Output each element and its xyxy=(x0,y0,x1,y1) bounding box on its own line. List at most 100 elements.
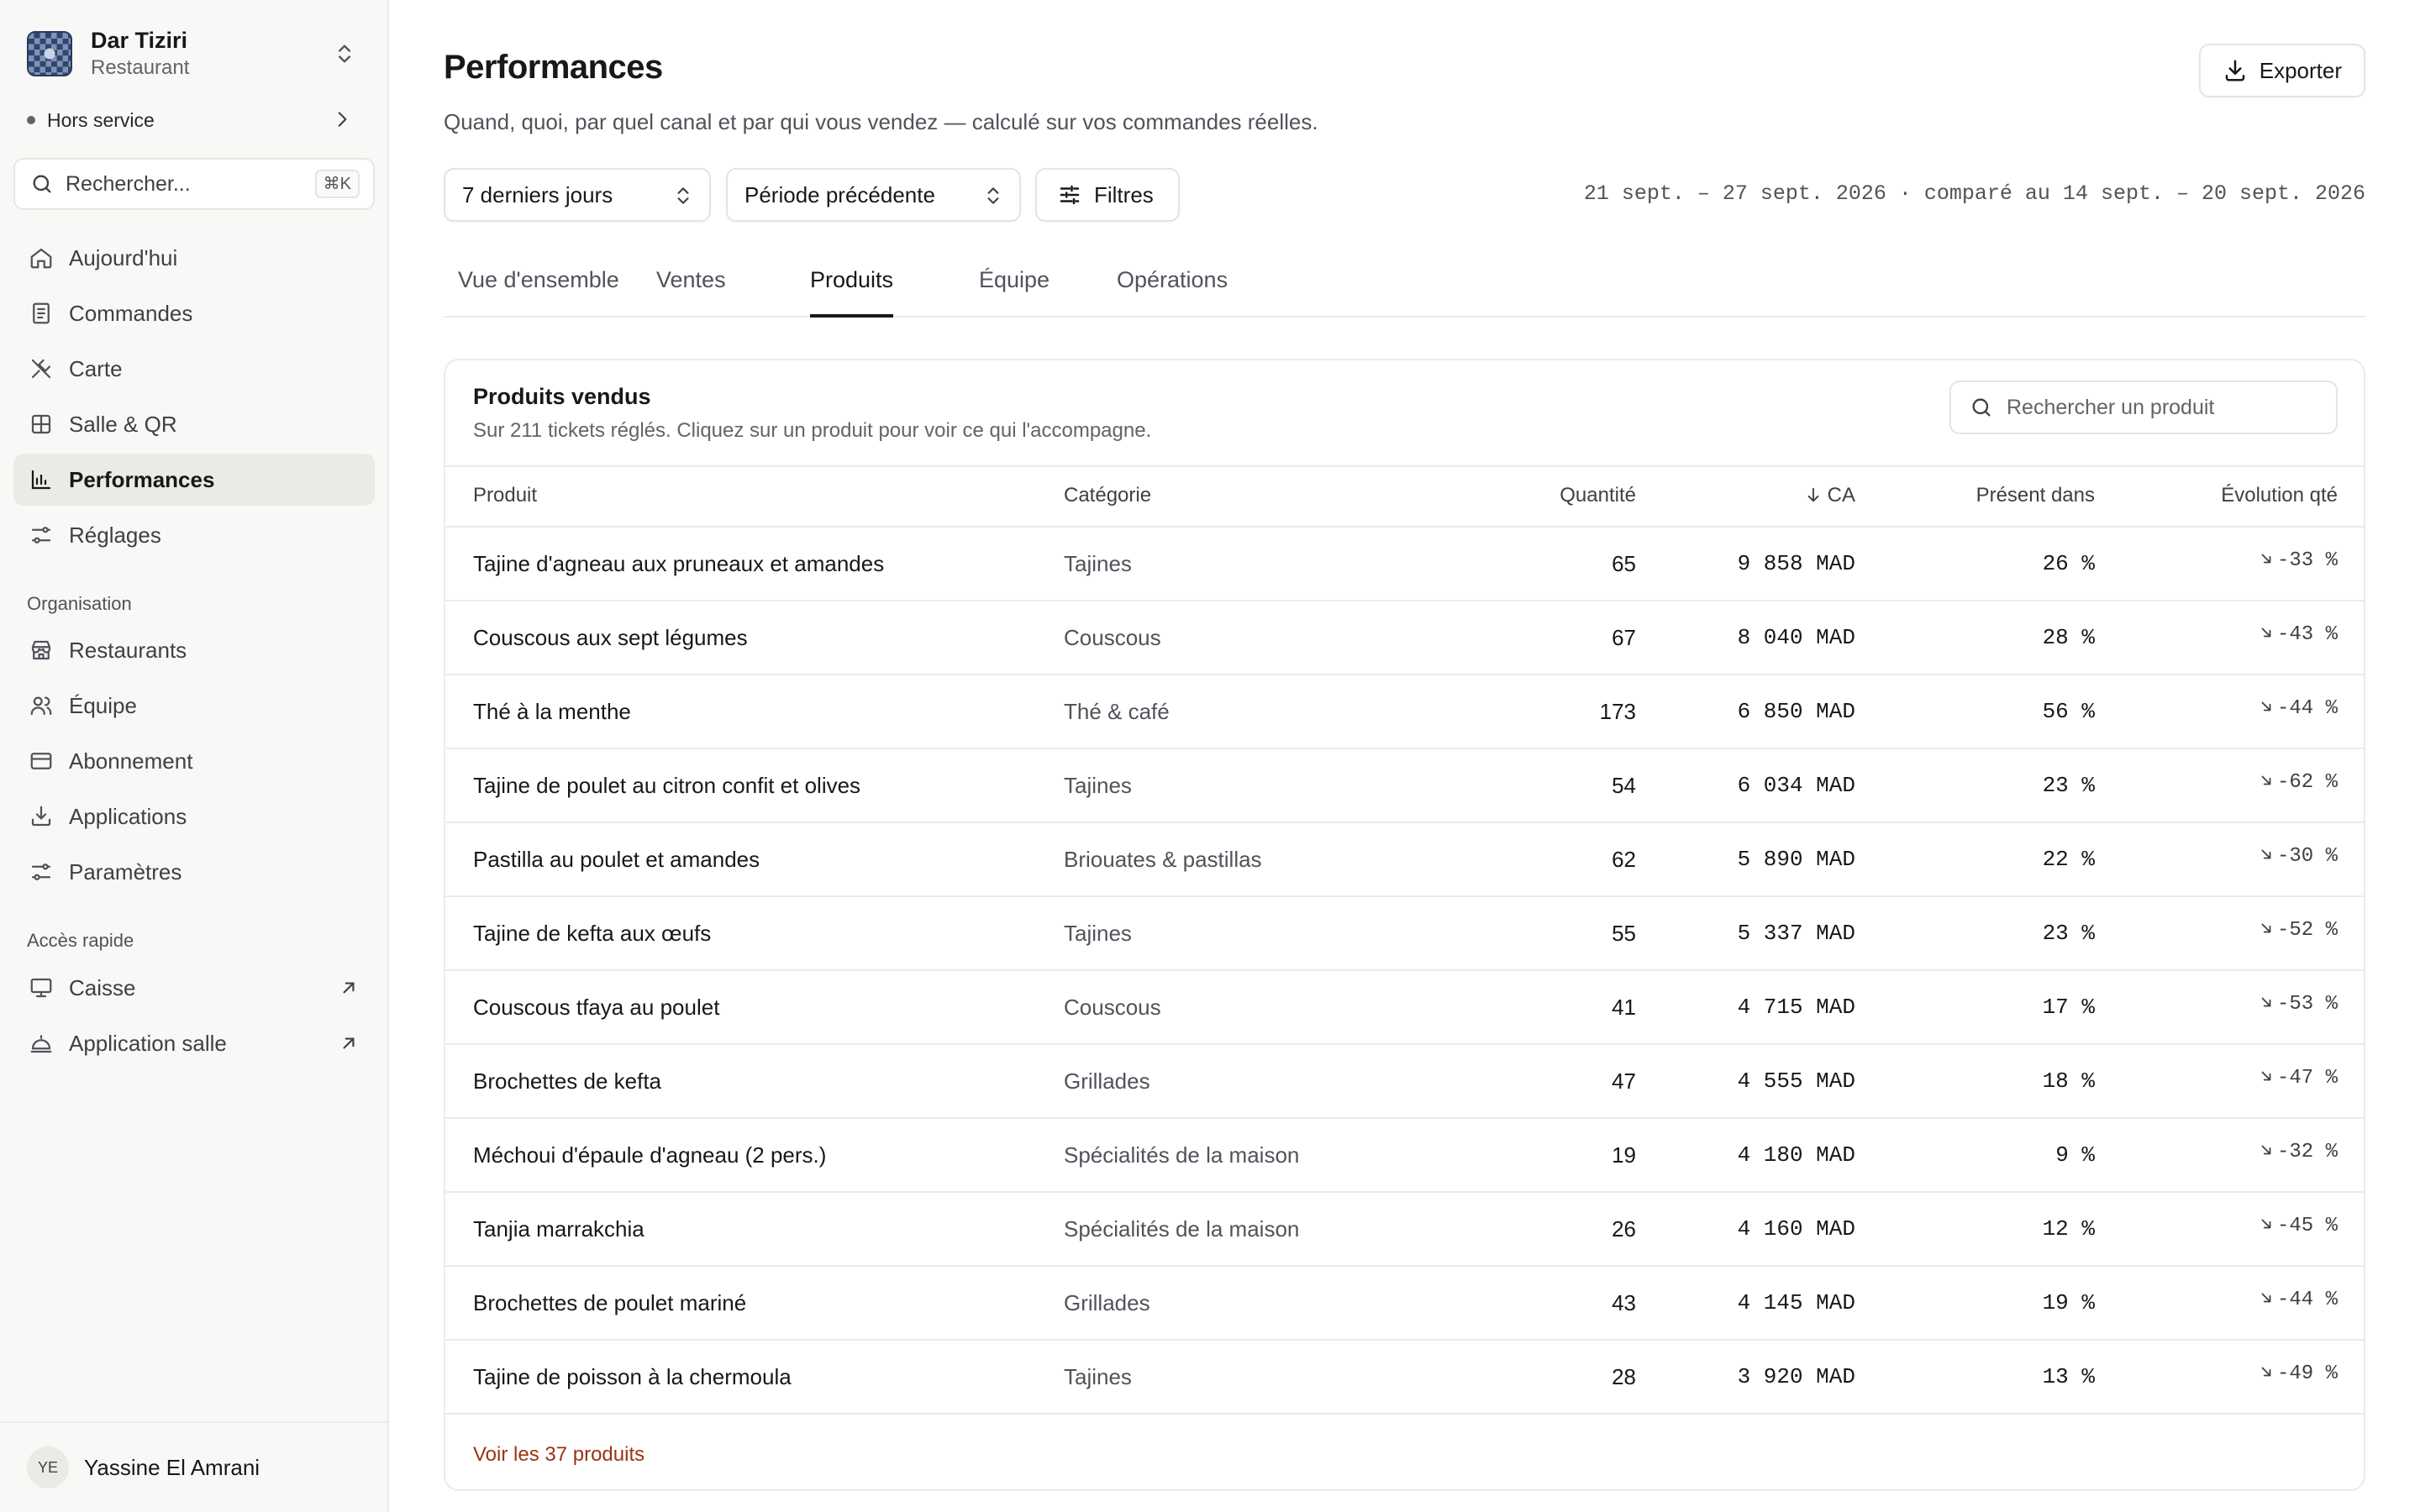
product-evolution: -52 % xyxy=(2259,919,2338,942)
nav-label: Caisse xyxy=(69,974,136,1000)
product-evolution: -32 % xyxy=(2259,1141,2338,1163)
product-category: Grillades xyxy=(1064,1068,1150,1094)
workspace-switcher[interactable]: Dar Tiziri Restaurant xyxy=(27,27,361,81)
tab-operations[interactable]: Opérations xyxy=(1117,267,1228,318)
col-product[interactable]: Produit xyxy=(473,484,537,507)
section-label-organisation: Organisation xyxy=(27,593,132,614)
product-revenue: 5 337 MAD xyxy=(1737,921,1855,946)
product-quantity: 41 xyxy=(1612,995,1636,1020)
nav-item-menu[interactable]: Carte xyxy=(13,343,375,395)
comparison-select[interactable]: Période précédente xyxy=(726,168,1021,222)
product-revenue: 4 180 MAD xyxy=(1737,1142,1855,1168)
nav-label: Paramètres xyxy=(69,858,182,885)
nav-label: Carte xyxy=(69,355,123,381)
nav-label: Commandes xyxy=(69,300,193,326)
nav-label: Salle & QR xyxy=(69,411,177,437)
table-row[interactable]: Tajine de kefta aux œufs Tajines 55 5 337 M… xyxy=(445,897,2364,971)
nav-item-applications[interactable]: Applications xyxy=(13,790,375,843)
tab-sales[interactable]: Ventes xyxy=(656,267,726,318)
product-category: Briouates & pastillas xyxy=(1064,847,1262,872)
product-presence: 22 % xyxy=(2042,847,2095,872)
col-revenue[interactable]: CA xyxy=(1804,484,1855,507)
filters-button[interactable]: Filtres xyxy=(1035,168,1180,222)
nav-label: Abonnement xyxy=(69,748,193,774)
table-row[interactable]: Méchoui d'épaule d'agneau (2 pers.) Spéci… xyxy=(445,1119,2364,1193)
service-status[interactable]: Hors service xyxy=(27,106,361,134)
nav-item-room-qr[interactable]: Salle & QR xyxy=(13,398,375,450)
table-row[interactable]: Couscous aux sept légumes Couscous 67 8 040… xyxy=(445,601,2364,675)
col-presence[interactable]: Présent dans xyxy=(1976,484,2095,507)
cloche-icon xyxy=(30,1035,52,1053)
nav-item-team[interactable]: Équipe xyxy=(13,680,375,732)
table-row[interactable]: Couscous tfaya au poulet Couscous 41 4 715 … xyxy=(445,971,2364,1045)
product-evolution: -62 % xyxy=(2259,771,2338,794)
product-category: Tajines xyxy=(1064,921,1132,946)
col-quantity[interactable]: Quantité xyxy=(1560,484,1636,507)
monitor-icon xyxy=(30,978,52,998)
product-revenue: 4 715 MAD xyxy=(1737,995,1855,1020)
col-evolution[interactable]: Évolution qté xyxy=(2221,484,2338,507)
filter-sliders-icon xyxy=(1060,185,1080,205)
nav-item-cashier[interactable]: Caisse xyxy=(13,962,375,1014)
product-name: Pastilla au poulet et amandes xyxy=(473,847,760,872)
shortcut-badge: ⌘K xyxy=(314,170,360,198)
tab-products[interactable]: Produits xyxy=(810,267,894,318)
table-row[interactable]: Tajine de poulet au citron confit et oli… xyxy=(445,749,2364,823)
product-search[interactable] xyxy=(1949,381,2338,434)
nav-item-restaurants[interactable]: Restaurants xyxy=(13,624,375,676)
product-evolution: -33 % xyxy=(2259,549,2338,572)
nav-item-parameters[interactable]: Paramètres xyxy=(13,846,375,898)
nav-item-today[interactable]: Aujourd'hui xyxy=(13,232,375,284)
workspace-type: Restaurant xyxy=(91,56,190,79)
nav-item-settings[interactable]: Réglages xyxy=(13,509,375,561)
table-row[interactable]: Pastilla au poulet et amandes Briouates &… xyxy=(445,823,2364,897)
product-quantity: 173 xyxy=(1599,699,1636,724)
tab-overview[interactable]: Vue d'ensemble xyxy=(458,267,619,318)
product-presence: 12 % xyxy=(2042,1216,2095,1242)
product-presence: 19 % xyxy=(2042,1290,2095,1315)
trend-down-icon xyxy=(2261,701,2271,711)
nav-label: Restaurants xyxy=(69,637,187,663)
see-all-products-link[interactable]: Voir les 37 produits xyxy=(473,1443,644,1467)
download-icon xyxy=(2225,60,2244,81)
product-presence: 56 % xyxy=(2042,699,2095,724)
sidebar-search[interactable]: Rechercher... ⌘K xyxy=(13,158,375,210)
product-revenue: 4 145 MAD xyxy=(1737,1290,1855,1315)
period-select[interactable]: 7 derniers jours xyxy=(444,168,711,222)
table-row[interactable]: Brochettes de kefta Grillades 47 4 555 MAD 1… xyxy=(445,1045,2364,1119)
nav-label: Applications xyxy=(69,803,187,829)
table-row[interactable]: Tajine de poisson à la chermoula Tajines 2… xyxy=(445,1341,2364,1415)
product-quantity: 47 xyxy=(1612,1068,1636,1094)
product-revenue: 5 890 MAD xyxy=(1737,847,1855,872)
tab-team[interactable]: Équipe xyxy=(979,267,1050,318)
trend-down-icon xyxy=(2261,1293,2271,1303)
product-name: Tajine de poisson à la chermoula xyxy=(473,1364,792,1389)
evolution-value: -33 % xyxy=(2276,549,2338,572)
sidebar: Dar Tiziri Restaurant Hors service Reche… xyxy=(0,0,389,1512)
trend-down-icon xyxy=(2261,1219,2271,1229)
table-header: Produit Catégorie Quantité CA Présent da… xyxy=(445,465,2364,528)
trend-down-icon xyxy=(2261,554,2271,564)
nav-item-orders[interactable]: Commandes xyxy=(13,287,375,339)
trend-down-icon xyxy=(2261,1145,2271,1155)
col-category[interactable]: Catégorie xyxy=(1064,484,1151,507)
users-icon xyxy=(30,696,52,716)
nav-item-performances[interactable]: Performances xyxy=(13,454,375,506)
nav-item-room-app[interactable]: Application salle xyxy=(13,1017,375,1069)
export-button[interactable]: Exporter xyxy=(2198,44,2365,97)
search-icon xyxy=(33,175,51,193)
evolution-value: -44 % xyxy=(2276,1289,2338,1311)
product-quantity: 19 xyxy=(1612,1142,1636,1168)
evolution-value: -30 % xyxy=(2276,845,2338,868)
product-presence: 13 % xyxy=(2042,1364,2095,1389)
comparison-value: Période précédente xyxy=(744,181,935,207)
table-row[interactable]: Tanjia marrakchia Spécialités de la maiso… xyxy=(445,1193,2364,1267)
user-profile[interactable]: YE Yassine El Amrani xyxy=(0,1421,387,1512)
product-search-input[interactable] xyxy=(2007,395,2326,420)
product-evolution: -47 % xyxy=(2259,1067,2338,1089)
table-row[interactable]: Thé à la menthe Thé & café 173 6 850 MAD 56 … xyxy=(445,675,2364,749)
col-revenue-label: CA xyxy=(1827,484,1855,507)
table-row[interactable]: Brochettes de poulet mariné Grillades 43 4 … xyxy=(445,1267,2364,1341)
table-row[interactable]: Tajine d'agneau aux pruneaux et amandes T… xyxy=(445,528,2364,601)
nav-item-subscription[interactable]: Abonnement xyxy=(13,735,375,787)
